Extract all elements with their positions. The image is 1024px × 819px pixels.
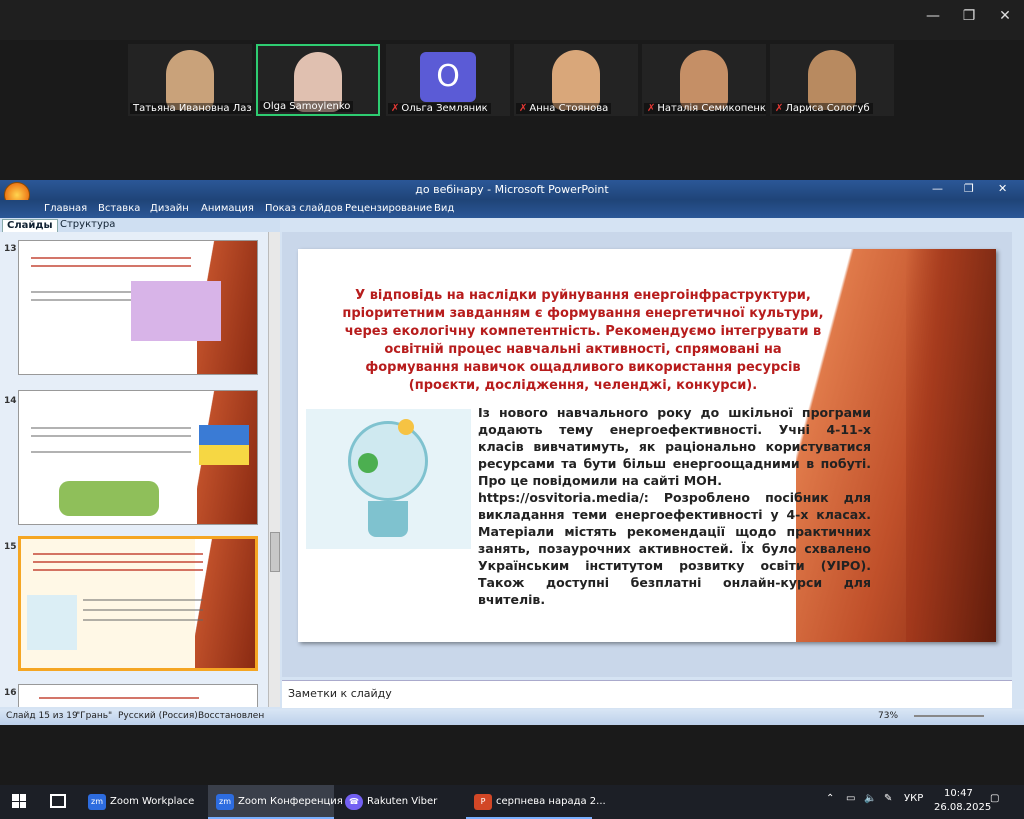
ribbon-tabs: Главная Вставка Дизайн Анимация Показ сл… [0,200,1024,218]
thumb-number: 16 [4,688,17,698]
taskbar-app-label: Zoom Workplace [110,796,195,807]
network-icon[interactable]: ▭ [846,793,855,804]
participant-name: Анна Стоянова [529,103,609,114]
chevron-up-icon[interactable]: ⌃ [826,793,834,804]
language-status[interactable]: Русский (Россия) [118,711,198,721]
slide-thumbnails: 13 14 15 16 [0,232,268,707]
taskbar-app[interactable]: ☎ Rakuten Viber [337,785,463,819]
slide-counter: Слайд 15 из 19 [6,711,78,721]
scrollbar-thumb[interactable] [270,532,280,572]
muted-mic-icon: ✗ [519,103,528,114]
thumb-number: 15 [4,542,17,552]
participant-video [808,50,856,110]
participant-tile[interactable]: О ✗ Ольга Земляник [386,44,510,116]
slide-body-paragraph: Із нового навчального року до шкільної п… [478,405,871,488]
viber-icon: ☎ [345,794,363,810]
ppt-titlebar: до вебінару - Microsoft PowerPoint — ❐ ✕ [0,180,1024,208]
tab-slides[interactable]: Слайды [2,219,58,232]
minimize-icon[interactable]: — [918,8,948,24]
participant-name: Наталія Семикопенко [657,103,766,114]
slide-editor: У відповідь на наслідки руйнування енерг… [282,232,1012,677]
taskbar-app-label: Rakuten Viber [367,796,438,807]
participant-tile-active[interactable]: Olga Samoylenko [256,44,380,116]
task-view-icon[interactable] [50,794,66,808]
muted-mic-icon: ✗ [775,103,784,114]
windows-start-icon[interactable] [12,794,26,808]
taskbar: zm Zoom Workplace zm Zoom Конференция ☎ … [0,785,1024,819]
minimize-icon[interactable]: — [932,182,943,195]
participant-tile[interactable]: Татьяна Ивановна Лаза... [128,44,252,116]
theme-name: "Грань" [76,711,113,721]
volume-icon[interactable]: 🔈 [864,793,876,804]
zoom-icon: zm [216,794,234,810]
zoom-level[interactable]: 73% [878,711,898,721]
taskbar-app-label: Zoom Конференция [238,796,343,807]
zoom-slider[interactable] [914,715,984,717]
participant-name: Татьяна Ивановна Лаза... [130,103,252,114]
participant-video [680,50,728,110]
powerpoint-window: до вебінару - Microsoft PowerPoint — ❐ ✕… [0,180,1024,725]
slide-thumbnail[interactable] [18,390,258,525]
tab-insert[interactable]: Вставка [98,203,140,214]
notes-placeholder: Заметки к слайду [288,687,392,700]
slide-body-text: Із нового навчального року до шкільної п… [478,404,871,608]
participant-tile[interactable]: ✗ Наталія Семикопенко [642,44,766,116]
close-icon[interactable]: ✕ [998,182,1007,195]
keyboard-language[interactable]: УКР [904,793,923,804]
tab-home[interactable]: Главная [44,203,87,214]
tab-animation[interactable]: Анимация [201,203,254,214]
thumbnail-scrollbar[interactable] [268,232,280,707]
zoom-titlebar: — ❐ ✕ [0,0,1024,40]
slide-panel-tabs: Слайды Структура [0,218,280,232]
tab-outline[interactable]: Структура [56,219,119,232]
tab-slideshow[interactable]: Показ слайдов [265,203,343,214]
tab-review[interactable]: Рецензирование [345,203,432,214]
muted-mic-icon: ✗ [391,103,400,114]
participant-video [166,50,214,110]
participant-tile[interactable]: ✗ Анна Стоянова [514,44,638,116]
window-title: до вебінару - Microsoft PowerPoint [415,183,609,196]
participant-strip: Татьяна Ивановна Лаза... Olga Samoylenko… [0,40,1024,180]
taskbar-app[interactable]: P серпнева нарада 2... [466,785,606,819]
restored-status: Восстановлен [198,711,265,721]
participant-name: Лариса Сологуб [785,103,870,114]
close-icon[interactable]: ✕ [990,8,1020,24]
tab-design[interactable]: Дизайн [150,203,189,214]
participant-avatar: О [420,52,476,102]
participant-name: Ольга Земляник [401,103,488,114]
powerpoint-icon: P [474,794,492,810]
maximize-icon[interactable]: ❐ [964,182,974,195]
taskbar-app-label: серпнева нарада 2... [496,796,606,807]
slide-canvas[interactable]: У відповідь на наслідки руйнування енерг… [298,249,996,642]
clock-time[interactable]: 10:47 [944,788,973,799]
slide-decoration [906,249,996,642]
participant-tile[interactable]: ✗ Лариса Сологуб [770,44,894,116]
notes-pane[interactable]: Заметки к слайду [282,680,1012,708]
slide-body-paragraph: https://osvitoria.media/: Розроблено пос… [478,490,871,607]
energy-bulb-image [306,409,471,549]
clock-date[interactable]: 26.08.2025 [934,802,991,813]
zoom-background [0,725,1024,785]
status-bar: Слайд 15 из 19 "Грань" Русский (Россия) … [0,709,1024,725]
taskbar-app-active[interactable]: zm Zoom Конференция [208,785,343,819]
zoom-icon: zm [88,794,106,810]
muted-mic-icon: ✗ [647,103,656,114]
taskbar-app[interactable]: zm Zoom Workplace [80,785,205,819]
tab-view[interactable]: Вид [434,203,454,214]
slide-thumbnail[interactable] [18,684,258,707]
thumb-number: 13 [4,244,17,254]
notifications-icon[interactable]: ▢ [990,793,999,804]
maximize-icon[interactable]: ❐ [954,8,984,24]
participant-name: Olga Samoylenko [260,101,354,112]
slide-thumbnail-selected[interactable] [18,536,258,671]
pen-icon[interactable]: ✎ [884,793,892,804]
slide-thumbnail[interactable] [18,240,258,375]
slide-heading-paragraph: У відповідь на наслідки руйнування енерг… [342,288,824,393]
participant-video [552,50,600,110]
thumb-number: 14 [4,396,17,406]
